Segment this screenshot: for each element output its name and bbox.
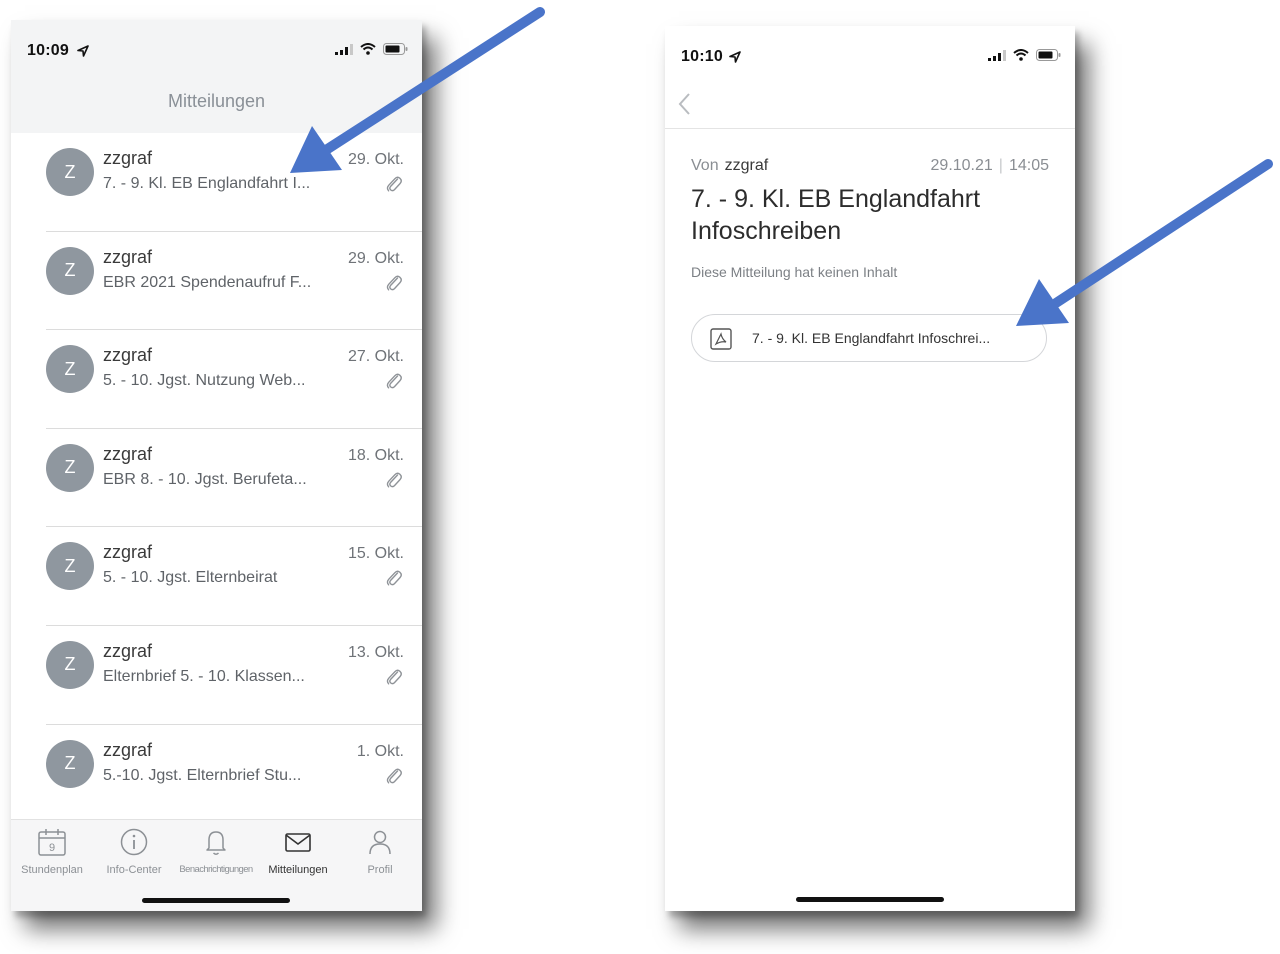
message-row[interactable]: Zzzgraf EBR 2021 Spendenaufruf F... 29. Ok…	[11, 232, 422, 331]
tab-label: Stundenplan	[21, 864, 83, 876]
sender-name: zzgraf	[103, 148, 153, 168]
message-detail-screen: 10:10 Von zzgraf 29.10.21 | 14:05 7. - 9. K…	[665, 26, 1075, 911]
chevron-left-icon	[678, 93, 690, 115]
tab-mitteilungen[interactable]: Mitteilungen	[257, 826, 339, 876]
avatar: Z	[46, 148, 94, 196]
attachment-button[interactable]: 7. - 9. Kl. EB Englandfahrt Infoschrei..…	[691, 314, 1047, 362]
message-subject: 7. - 9. Kl. EB Englandfahrt I...	[103, 175, 311, 192]
paperclip-icon	[384, 174, 404, 194]
message-row[interactable]: Zzzgraf 5.-10. Jgst. Elternbrief Stu... 1.…	[11, 725, 422, 824]
wifi-icon	[360, 42, 376, 60]
paperclip-icon	[384, 667, 404, 687]
message-subject: 5. - 10. Jgst. Elternbeirat	[103, 569, 278, 587]
avatar: Z	[46, 345, 94, 394]
status-bar: 10:09	[11, 20, 422, 60]
tab-info-center[interactable]: Info-Center	[93, 826, 175, 876]
message-row[interactable]: Zzzgraf 7. - 9. Kl. EB Englandfahrt I... 2…	[11, 133, 422, 232]
page-title: Mitteilungen	[167, 91, 266, 111]
wifi-icon	[1013, 48, 1029, 66]
paperclip-icon	[384, 766, 404, 786]
sender-name: zzgraf	[724, 157, 769, 174]
sender-name: zzgraf	[103, 246, 153, 267]
message-date: 15. Okt.	[347, 545, 404, 563]
bell-icon	[206, 831, 226, 855]
avatar: Z	[46, 246, 94, 295]
avatar: Z	[46, 640, 94, 689]
calendar-icon: 9	[38, 829, 66, 856]
messages-list-screen: 10:09 Mitteilungen Zzzgraf 7. - 9. Kl. EB…	[11, 20, 422, 911]
message-title: 7. - 9. Kl. EB Englandfahrt Infoschreibe…	[691, 185, 981, 245]
signal-icon	[335, 42, 353, 60]
message-subject: 5. - 10. Jgst. Nutzung Web...	[103, 372, 306, 390]
tab-label: Benachrichtigungen	[179, 864, 253, 875]
message-meta: 29.10.21 | 14:05	[931, 157, 1049, 175]
back-button[interactable]	[675, 90, 695, 120]
message-date: 13. Okt.	[347, 643, 404, 661]
message-date: 27. Okt.	[347, 348, 404, 366]
message-date: 29.10.21	[930, 157, 993, 174]
empty-content-text: Diese Mitteilung hat keinen Inhalt	[691, 264, 898, 280]
paperclip-icon	[384, 273, 404, 293]
message-row[interactable]: Zzzgraf EBR 8. - 10. Jgst. Berufeta... 18.…	[11, 429, 422, 528]
message-row[interactable]: Zzzgraf Elternbrief 5. - 10. Klassen... 13…	[11, 626, 422, 725]
calendar-badge: 9	[49, 842, 55, 854]
info-icon	[120, 828, 148, 856]
avatar: Z	[46, 443, 94, 492]
location-arrow-icon	[729, 50, 741, 68]
meta-separator: |	[998, 157, 1003, 174]
tab-label: Profil	[367, 864, 393, 876]
status-bar: 10:10	[665, 26, 1075, 66]
sender-name: zzgraf	[103, 345, 153, 366]
message-date: 18. Okt.	[347, 446, 404, 464]
tab-profil[interactable]: Profil	[339, 826, 421, 876]
tab-stundenplan[interactable]: 9 Stundenplan	[11, 826, 93, 876]
message-date: 29. Okt.	[347, 249, 404, 267]
avatar: Z	[46, 542, 94, 591]
pdf-file-icon	[710, 328, 732, 350]
person-icon	[369, 830, 391, 855]
battery-icon	[1036, 48, 1061, 66]
battery-icon	[383, 42, 408, 60]
paperclip-icon	[384, 371, 404, 391]
message-list: Zzzgraf 7. - 9. Kl. EB Englandfahrt I... 2…	[11, 133, 422, 824]
location-arrow-icon	[77, 44, 89, 62]
sender-name: zzgraf	[103, 443, 153, 464]
attachment-name: 7. - 9. Kl. EB Englandfahrt Infoschrei..…	[752, 330, 991, 346]
status-time: 10:09	[27, 42, 69, 59]
paperclip-icon	[384, 568, 404, 588]
home-indicator	[142, 898, 290, 903]
signal-icon	[988, 48, 1006, 66]
message-row[interactable]: Zzzgraf 5. - 10. Jgst. Elternbeirat 15. Ok…	[11, 527, 422, 626]
envelope-icon	[285, 833, 311, 852]
tab-label: Info-Center	[106, 864, 162, 876]
sender-name: zzgraf	[103, 640, 153, 661]
avatar: Z	[46, 739, 94, 788]
message-subject: EBR 2021 Spendenaufruf F...	[103, 273, 312, 291]
sender-line: Von zzgraf	[691, 157, 768, 175]
list-header: 10:09 Mitteilungen	[11, 20, 422, 133]
status-time: 10:10	[681, 48, 723, 65]
from-label: Von	[691, 157, 719, 174]
message-subject: EBR 8. - 10. Jgst. Berufeta...	[103, 470, 307, 488]
message-date: 29. Okt.	[347, 151, 404, 168]
message-subject: 5.-10. Jgst. Elternbrief Stu...	[103, 766, 302, 784]
tab-benachrichtigungen[interactable]: Benachrichtigungen	[175, 826, 257, 875]
sender-name: zzgraf	[103, 739, 153, 760]
tab-label: Mitteilungen	[268, 864, 328, 876]
message-date: 1. Okt.	[356, 742, 404, 760]
message-time: 14:05	[1008, 157, 1049, 174]
paperclip-icon	[384, 470, 404, 490]
message-subject: Elternbrief 5. - 10. Klassen...	[103, 667, 305, 685]
message-row[interactable]: Zzzgraf 5. - 10. Jgst. Nutzung Web... 27. …	[11, 330, 422, 429]
home-indicator	[796, 897, 944, 902]
sender-name: zzgraf	[103, 542, 153, 563]
divider	[665, 128, 1075, 129]
